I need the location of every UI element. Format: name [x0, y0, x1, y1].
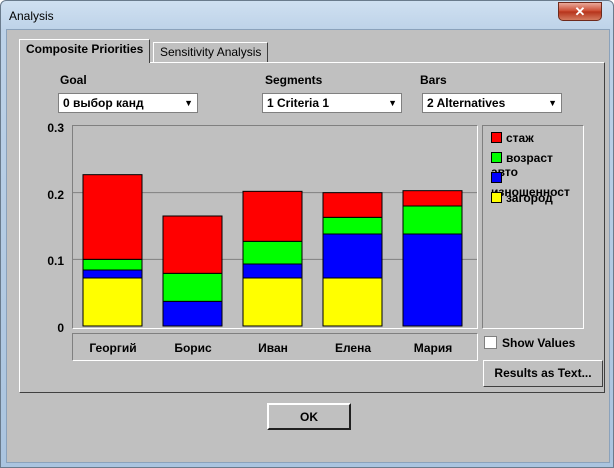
bar-segment-стаж	[322, 192, 383, 218]
legend-label: стаж	[506, 131, 534, 145]
bar-segment-загород	[322, 277, 383, 327]
goal-select[interactable]: 0 выбор канд ▼	[58, 93, 198, 113]
bar-segment-изношенност	[322, 233, 383, 279]
bars-select[interactable]: 2 Alternatives ▼	[422, 93, 562, 113]
bar-segment-стаж	[82, 174, 143, 260]
bar-segment-загород	[82, 277, 143, 327]
bars-label: Bars	[420, 73, 447, 87]
ok-button[interactable]: OK	[267, 403, 351, 430]
bar-segment-изношенност	[242, 263, 303, 279]
goal-label: Goal	[60, 73, 87, 87]
y-tick-label: 0.2	[47, 188, 64, 202]
x-tick-label: Елена	[334, 341, 372, 355]
title-bar: Analysis ✕	[1, 1, 613, 31]
x-tick-label: Иван	[258, 341, 288, 355]
y-tick-label: 0.1	[47, 254, 64, 268]
legend-item: стаж	[491, 131, 534, 145]
window-title: Analysis	[9, 9, 54, 23]
legend-swatch	[491, 192, 502, 203]
chart-legend: стаж возраст авто изношенност загород	[482, 125, 584, 329]
bar-segment-изношенност	[402, 233, 463, 327]
legend-swatch	[491, 152, 502, 163]
legend-item: загород	[491, 191, 553, 205]
bar-segment-изношенност	[82, 269, 143, 279]
show-values-label: Show Values	[502, 336, 576, 350]
x-axis-labels: Георгий Борис Иван Елена Мария	[72, 333, 478, 361]
bar-segment-возраст авто	[322, 216, 383, 235]
dropdown-arrow-icon: ▼	[388, 98, 397, 108]
x-tick-label: Георгий	[89, 341, 137, 355]
dropdown-arrow-icon: ▼	[184, 98, 193, 108]
bar-segment-изношенност	[162, 300, 223, 327]
y-tick-label: 0.3	[47, 121, 64, 135]
close-icon: ✕	[574, 4, 586, 19]
bar-segment-возраст авто	[242, 240, 303, 265]
x-tick-label: Мария	[413, 341, 453, 355]
tab-composite-priorities[interactable]: Composite Priorities	[19, 39, 151, 63]
show-values-checkbox[interactable]: Show Values	[484, 336, 575, 350]
bar-segment-возраст авто	[162, 272, 223, 302]
bar-segment-стаж	[402, 190, 463, 207]
segments-label: Segments	[265, 73, 323, 87]
y-tick-label: 0	[57, 321, 64, 335]
legend-swatch	[491, 132, 502, 143]
bars-select-value: 2 Alternatives	[427, 96, 506, 110]
goal-select-value: 0 выбор канд	[63, 96, 144, 110]
bar-segment-стаж	[242, 190, 303, 242]
bar-segment-стаж	[162, 215, 223, 274]
bar-segment-возраст авто	[402, 205, 463, 235]
bar-segment-загород	[242, 277, 303, 327]
analysis-window: Analysis ✕ Composite Priorities Sensitiv…	[0, 0, 614, 468]
legend-label: загород	[506, 191, 553, 205]
segments-select[interactable]: 1 Criteria 1 ▼	[262, 93, 402, 113]
bar-segment-возраст авто	[82, 258, 143, 271]
results-as-text-button[interactable]: Results as Text...	[483, 360, 603, 387]
checkbox-box[interactable]	[484, 336, 497, 349]
segments-select-value: 1 Criteria 1	[267, 96, 330, 110]
chart-area	[72, 125, 478, 329]
tab-sensitivity-analysis[interactable]: Sensitivity Analysis	[153, 42, 269, 63]
stacked-bar-chart	[73, 174, 477, 327]
x-tick-label: Борис	[174, 341, 212, 355]
dialog-body: Composite Priorities Sensitivity Analysi…	[6, 29, 610, 463]
legend-swatch	[491, 172, 502, 183]
tab-panel: Goal 0 выбор канд ▼ Segments 1 Criteria …	[19, 62, 605, 393]
dropdown-arrow-icon: ▼	[548, 98, 557, 108]
close-button[interactable]: ✕	[558, 2, 602, 21]
